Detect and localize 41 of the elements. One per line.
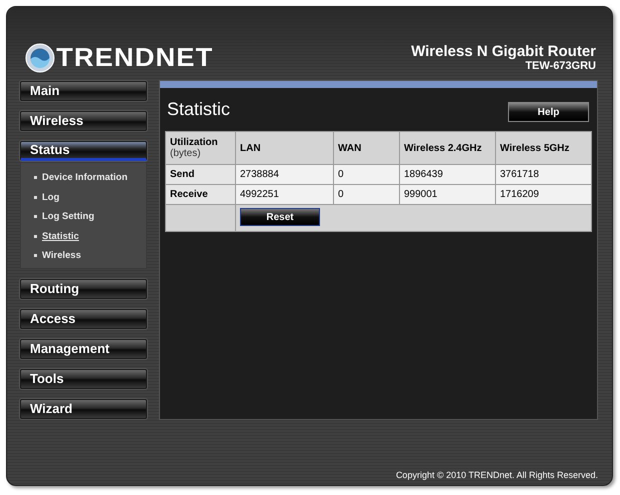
help-button[interactable]: Help xyxy=(508,102,589,122)
page-title: Statistic xyxy=(167,98,230,120)
copyright-text: Copyright © 2010 TRENDnet. All Rights Reserved. xyxy=(396,470,598,480)
table-header: WAN xyxy=(334,132,400,164)
row-label: Receive xyxy=(166,184,236,204)
table-cell: 0 xyxy=(334,184,400,204)
table-header: Wireless 5GHz xyxy=(496,132,592,164)
submenu-link[interactable]: Log Setting xyxy=(42,211,94,222)
table-cell: 1896439 xyxy=(400,164,496,184)
nav-button[interactable]: Tools xyxy=(20,368,147,388)
nav-button[interactable]: Access xyxy=(20,308,147,328)
nav-button[interactable]: Main xyxy=(20,81,147,101)
bullet-icon xyxy=(34,176,37,180)
reset-button[interactable]: Reset xyxy=(240,208,320,226)
table-cell: 2738884 xyxy=(236,164,334,184)
table-cell: 999001 xyxy=(400,184,496,204)
submenu-link[interactable]: Wireless xyxy=(42,250,81,262)
brand-logo: TRENDNET xyxy=(56,42,214,73)
model-number: TEW-673GRU xyxy=(525,60,596,72)
bullet-icon xyxy=(34,215,37,218)
bullet-icon xyxy=(34,196,37,199)
bullet-icon xyxy=(34,234,37,238)
submenu-link[interactable]: Statistic xyxy=(42,230,79,242)
nav-button[interactable]: Management xyxy=(20,338,147,358)
table-cell: 1716209 xyxy=(496,184,592,204)
table-cell: 3761718 xyxy=(496,164,592,184)
nav-button[interactable]: Routing xyxy=(20,278,147,298)
table-cell: 0 xyxy=(334,164,400,184)
product-name: Wireless N Gigabit Router xyxy=(411,43,596,60)
nav-button[interactable]: Status xyxy=(20,141,147,161)
row-label: Send xyxy=(166,164,236,184)
logo-icon xyxy=(25,42,55,72)
nav-button[interactable]: Wireless xyxy=(20,111,147,131)
table-header: Wireless 2.4GHz xyxy=(400,132,496,164)
table-header: Utilization (bytes) xyxy=(166,132,236,164)
submenu-link[interactable]: Log xyxy=(42,192,60,203)
nav-button[interactable]: Wizard xyxy=(20,398,147,418)
table-header: LAN xyxy=(236,132,334,164)
table-cell: 4992251 xyxy=(236,184,334,204)
bullet-icon xyxy=(34,254,37,258)
submenu-link[interactable]: Device Information xyxy=(42,172,128,184)
